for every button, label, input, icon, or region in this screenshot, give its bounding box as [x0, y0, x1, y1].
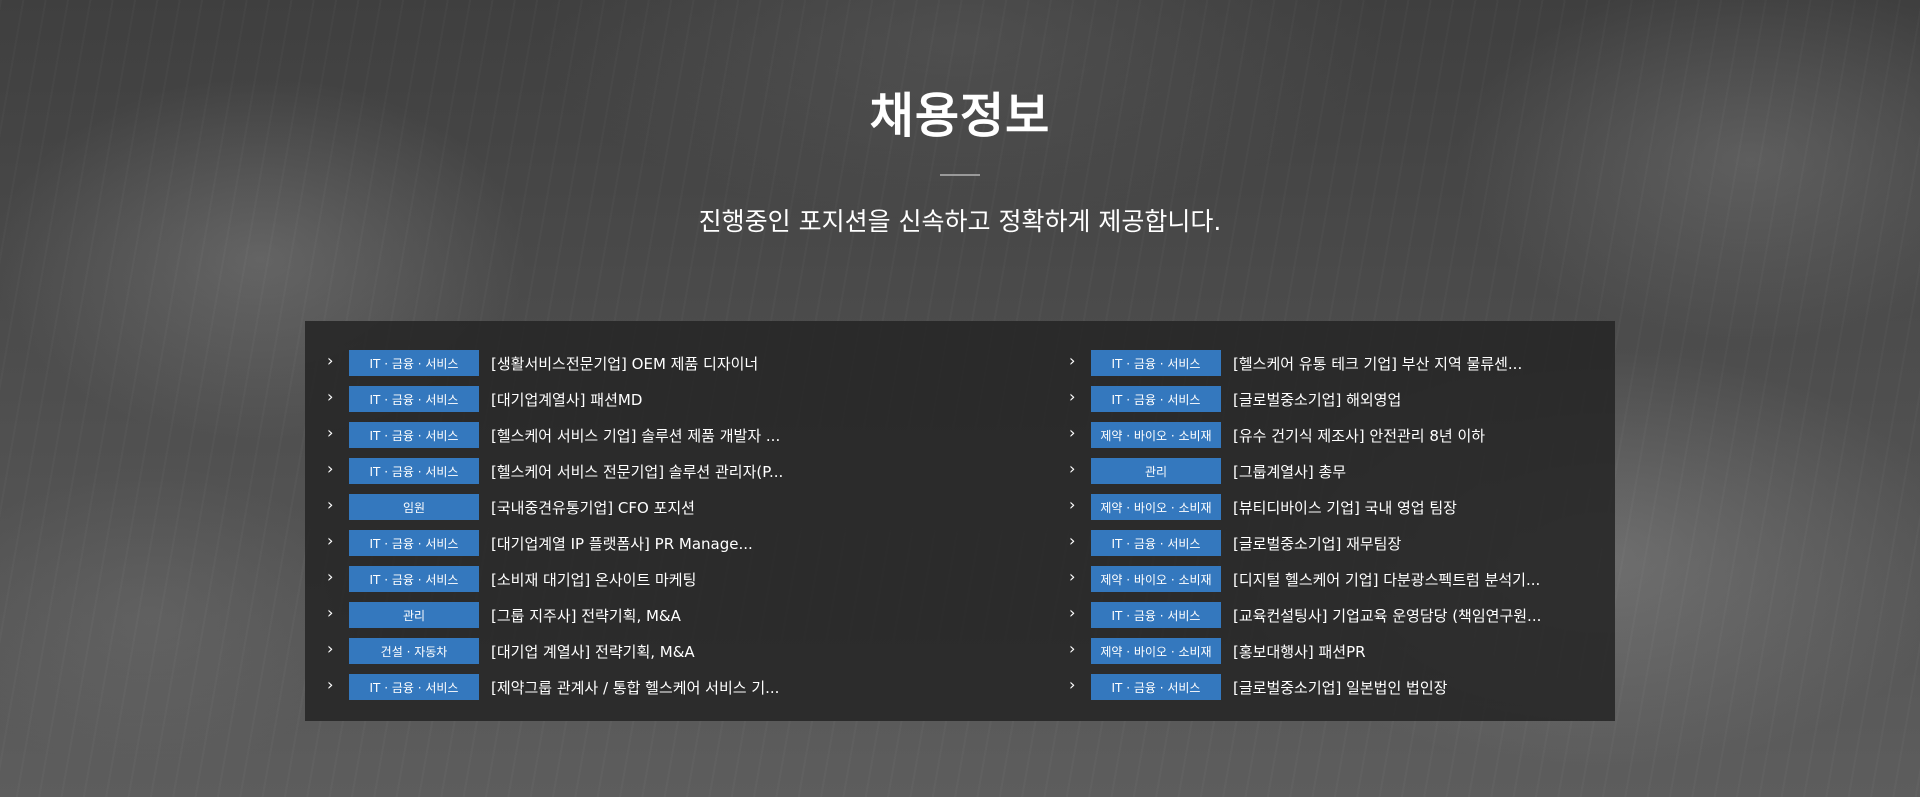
- job-list-item[interactable]: › IT · 금융 · 서비스 [글로벌중소기업] 재무팀장: [1069, 525, 1615, 561]
- category-badge[interactable]: IT · 금융 · 서비스: [349, 530, 479, 556]
- job-list-right: › IT · 금융 · 서비스 [헬스케어 유통 테크 기업] 부산 지역 물류센.…: [1069, 345, 1615, 705]
- chevron-right-icon: ›: [327, 423, 334, 442]
- category-badge[interactable]: 임원: [349, 494, 479, 520]
- job-list-item[interactable]: › 건설 · 자동차 [대기업 계열사] 전략기획, M&A: [327, 633, 1069, 669]
- job-title-link[interactable]: [그룹계열사] 총무: [1233, 461, 1346, 482]
- category-badge[interactable]: IT · 금융 · 서비스: [349, 566, 479, 592]
- category-badge[interactable]: IT · 금융 · 서비스: [1091, 386, 1221, 412]
- job-title-link[interactable]: [글로벌중소기업] 재무팀장: [1233, 533, 1401, 554]
- job-title-link[interactable]: [교육컨설팅사] 기업교육 운영담당 (책임연구원...: [1233, 605, 1541, 626]
- job-title-link[interactable]: [소비재 대기업] 온사이트 마케팅: [491, 569, 696, 590]
- job-list-item[interactable]: › IT · 금융 · 서비스 [헬스케어 유통 테크 기업] 부산 지역 물류센.…: [1069, 345, 1615, 381]
- job-title-link[interactable]: [유수 건기식 제조사] 안전관리 8년 이하: [1233, 425, 1485, 446]
- job-list-item[interactable]: › IT · 금융 · 서비스 [교육컨설팅사] 기업교육 운영담당 (책임연구원.…: [1069, 597, 1615, 633]
- chevron-right-icon: ›: [1069, 639, 1076, 658]
- category-badge[interactable]: 건설 · 자동차: [349, 638, 479, 664]
- job-list-item[interactable]: › IT · 금융 · 서비스 [대기업계열 IP 플랫폼사] PR Manage.…: [327, 525, 1069, 561]
- job-title-link[interactable]: [글로벌중소기업] 일본법인 법인장: [1233, 677, 1447, 698]
- job-list-item[interactable]: › IT · 금융 · 서비스 [헬스케어 서비스 기업] 솔루션 제품 개발자 .…: [327, 417, 1069, 453]
- category-badge[interactable]: IT · 금융 · 서비스: [349, 350, 479, 376]
- chevron-right-icon: ›: [1069, 495, 1076, 514]
- chevron-right-icon: ›: [327, 459, 334, 478]
- job-list-panel: › IT · 금융 · 서비스 [생활서비스전문기업] OEM 제품 디자이너 › IT…: [305, 321, 1615, 721]
- category-badge[interactable]: IT · 금융 · 서비스: [349, 422, 479, 448]
- page-subtitle: 진행중인 포지션을 신속하고 정확하게 제공합니다.: [698, 207, 1222, 236]
- job-list-item[interactable]: › 제약 · 바이오 · 소비재 [뷰티디바이스 기업] 국내 영업 팀장: [1069, 489, 1615, 525]
- category-badge[interactable]: IT · 금융 · 서비스: [349, 458, 479, 484]
- category-badge[interactable]: 제약 · 바이오 · 소비재: [1091, 422, 1221, 448]
- chevron-right-icon: ›: [327, 603, 334, 622]
- chevron-right-icon: ›: [327, 495, 334, 514]
- category-badge[interactable]: 제약 · 바이오 · 소비재: [1091, 566, 1221, 592]
- job-title-link[interactable]: [대기업계열사] 패션MD: [491, 389, 642, 410]
- job-list-item[interactable]: › 제약 · 바이오 · 소비재 [디지털 헬스케어 기업] 다분광스펙트럼 분석기…: [1069, 561, 1615, 597]
- chevron-right-icon: ›: [327, 387, 334, 406]
- job-title-link[interactable]: [헬스케어 서비스 전문기업] 솔루션 관리자(P...: [491, 461, 783, 482]
- job-list-item[interactable]: › IT · 금융 · 서비스 [대기업계열사] 패션MD: [327, 381, 1069, 417]
- category-badge[interactable]: IT · 금융 · 서비스: [349, 674, 479, 700]
- job-list-item[interactable]: › 관리 [그룹 지주사] 전략기획, M&A: [327, 597, 1069, 633]
- job-title-link[interactable]: [홍보대행사] 패션PR: [1233, 641, 1366, 662]
- category-badge[interactable]: 제약 · 바이오 · 소비재: [1091, 494, 1221, 520]
- job-title-link[interactable]: [디지털 헬스케어 기업] 다분광스펙트럼 분석기...: [1233, 569, 1540, 590]
- job-title-link[interactable]: [뷰티디바이스 기업] 국내 영업 팀장: [1233, 497, 1457, 518]
- job-title-link[interactable]: [그룹 지주사] 전략기획, M&A: [491, 605, 681, 626]
- chevron-right-icon: ›: [1069, 531, 1076, 550]
- category-badge[interactable]: IT · 금융 · 서비스: [1091, 674, 1221, 700]
- chevron-right-icon: ›: [327, 531, 334, 550]
- category-badge[interactable]: IT · 금융 · 서비스: [1091, 602, 1221, 628]
- chevron-right-icon: ›: [1069, 603, 1076, 622]
- chevron-right-icon: ›: [1069, 423, 1076, 442]
- category-badge[interactable]: IT · 금융 · 서비스: [1091, 350, 1221, 376]
- job-list-item[interactable]: › IT · 금융 · 서비스 [글로벌중소기업] 일본법인 법인장: [1069, 669, 1615, 705]
- chevron-right-icon: ›: [1069, 387, 1076, 406]
- job-title-link[interactable]: [글로벌중소기업] 해외영업: [1233, 389, 1401, 410]
- job-list-item[interactable]: › 제약 · 바이오 · 소비재 [홍보대행사] 패션PR: [1069, 633, 1615, 669]
- job-list-item[interactable]: › IT · 금융 · 서비스 [제약그룹 관계사 / 통합 헬스케어 서비스 기.…: [327, 669, 1069, 705]
- category-badge[interactable]: IT · 금융 · 서비스: [1091, 530, 1221, 556]
- job-list-item[interactable]: › IT · 금융 · 서비스 [소비재 대기업] 온사이트 마케팅: [327, 561, 1069, 597]
- job-list-item[interactable]: › IT · 금융 · 서비스 [글로벌중소기업] 해외영업: [1069, 381, 1615, 417]
- job-list-left: › IT · 금융 · 서비스 [생활서비스전문기업] OEM 제품 디자이너 › IT…: [305, 345, 1069, 705]
- job-title-link[interactable]: [대기업 계열사] 전략기획, M&A: [491, 641, 695, 662]
- job-title-link[interactable]: [헬스케어 유통 테크 기업] 부산 지역 물류센...: [1233, 353, 1522, 374]
- category-badge[interactable]: IT · 금융 · 서비스: [349, 386, 479, 412]
- chevron-right-icon: ›: [1069, 459, 1076, 478]
- job-list-item[interactable]: › IT · 금융 · 서비스 [생활서비스전문기업] OEM 제품 디자이너: [327, 345, 1069, 381]
- job-title-link[interactable]: [제약그룹 관계사 / 통합 헬스케어 서비스 기...: [491, 677, 779, 698]
- chevron-right-icon: ›: [327, 567, 334, 586]
- job-list-item[interactable]: › IT · 금융 · 서비스 [헬스케어 서비스 전문기업] 솔루션 관리자(P.…: [327, 453, 1069, 489]
- category-badge[interactable]: 제약 · 바이오 · 소비재: [1091, 638, 1221, 664]
- category-badge[interactable]: 관리: [1091, 458, 1221, 484]
- job-title-link[interactable]: [생활서비스전문기업] OEM 제품 디자이너: [491, 353, 758, 374]
- page-title: 채용정보: [869, 88, 1051, 144]
- chevron-right-icon: ›: [327, 351, 334, 370]
- category-badge[interactable]: 관리: [349, 602, 479, 628]
- chevron-right-icon: ›: [327, 675, 334, 694]
- job-list-item[interactable]: › 제약 · 바이오 · 소비재 [유수 건기식 제조사] 안전관리 8년 이하: [1069, 417, 1615, 453]
- chevron-right-icon: ›: [327, 639, 334, 658]
- chevron-right-icon: ›: [1069, 675, 1076, 694]
- job-title-link[interactable]: [헬스케어 서비스 기업] 솔루션 제품 개발자 ...: [491, 425, 780, 446]
- section-header: 채용정보 진행중인 포지션을 신속하고 정확하게 제공합니다.: [0, 84, 1920, 238]
- job-title-link[interactable]: [대기업계열 IP 플랫폼사] PR Manage...: [491, 533, 753, 554]
- chevron-right-icon: ›: [1069, 567, 1076, 586]
- title-divider: [940, 174, 980, 176]
- job-list-item[interactable]: › 임원 [국내중견유통기업] CFO 포지션: [327, 489, 1069, 525]
- job-list-item[interactable]: › 관리 [그룹계열사] 총무: [1069, 453, 1615, 489]
- chevron-right-icon: ›: [1069, 351, 1076, 370]
- job-title-link[interactable]: [국내중견유통기업] CFO 포지션: [491, 497, 695, 518]
